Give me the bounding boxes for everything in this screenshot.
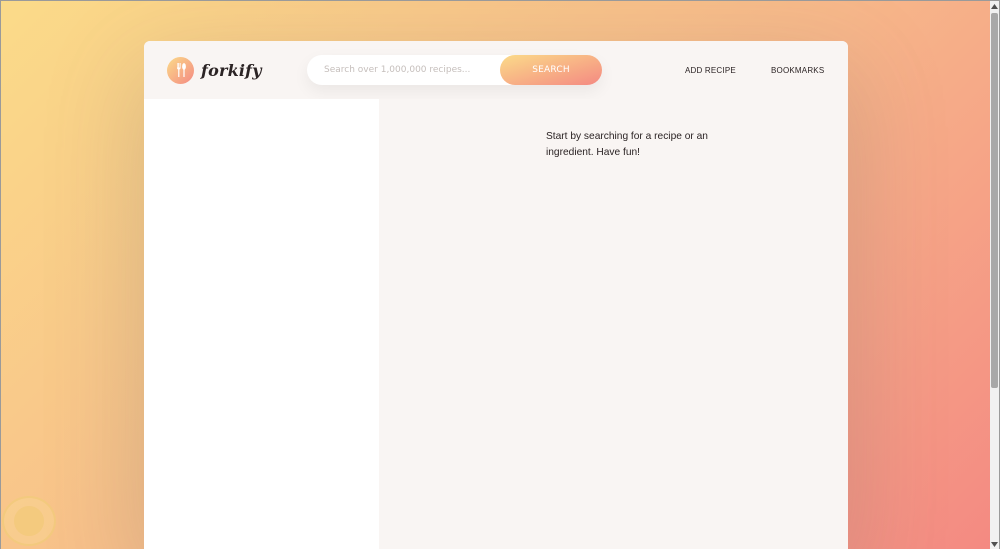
app-header: forkify SEARCH ADD RECIPE BOOKMARKS (144, 41, 848, 99)
add-recipe-label: ADD RECIPE (685, 65, 736, 75)
bookmarks-button[interactable]: BOOKMARKS (771, 41, 824, 99)
app-container: forkify SEARCH ADD RECIPE BOOKMARKS Star… (144, 41, 848, 549)
search-button[interactable]: SEARCH (500, 55, 602, 85)
search-input[interactable] (307, 55, 502, 85)
watermark-badge (2, 496, 56, 546)
watermark-emblem (14, 506, 44, 536)
recipe-message: Start by searching for a recipe or an in… (546, 131, 708, 158)
chevron-up-icon[interactable] (990, 1, 999, 11)
chevron-down-icon[interactable] (990, 539, 999, 549)
search-results-panel (144, 99, 379, 549)
vertical-scrollbar[interactable] (990, 1, 999, 549)
fork-spoon-icon (167, 56, 194, 84)
logo[interactable]: forkify (167, 56, 262, 84)
logo-text: forkify (201, 60, 262, 80)
bookmarks-label: BOOKMARKS (771, 65, 825, 75)
add-recipe-button[interactable]: ADD RECIPE (685, 41, 736, 99)
scrollbar-thumb[interactable] (991, 13, 998, 388)
recipe-panel: Start by searching for a recipe or an in… (379, 99, 848, 549)
search-form: SEARCH (307, 55, 602, 85)
